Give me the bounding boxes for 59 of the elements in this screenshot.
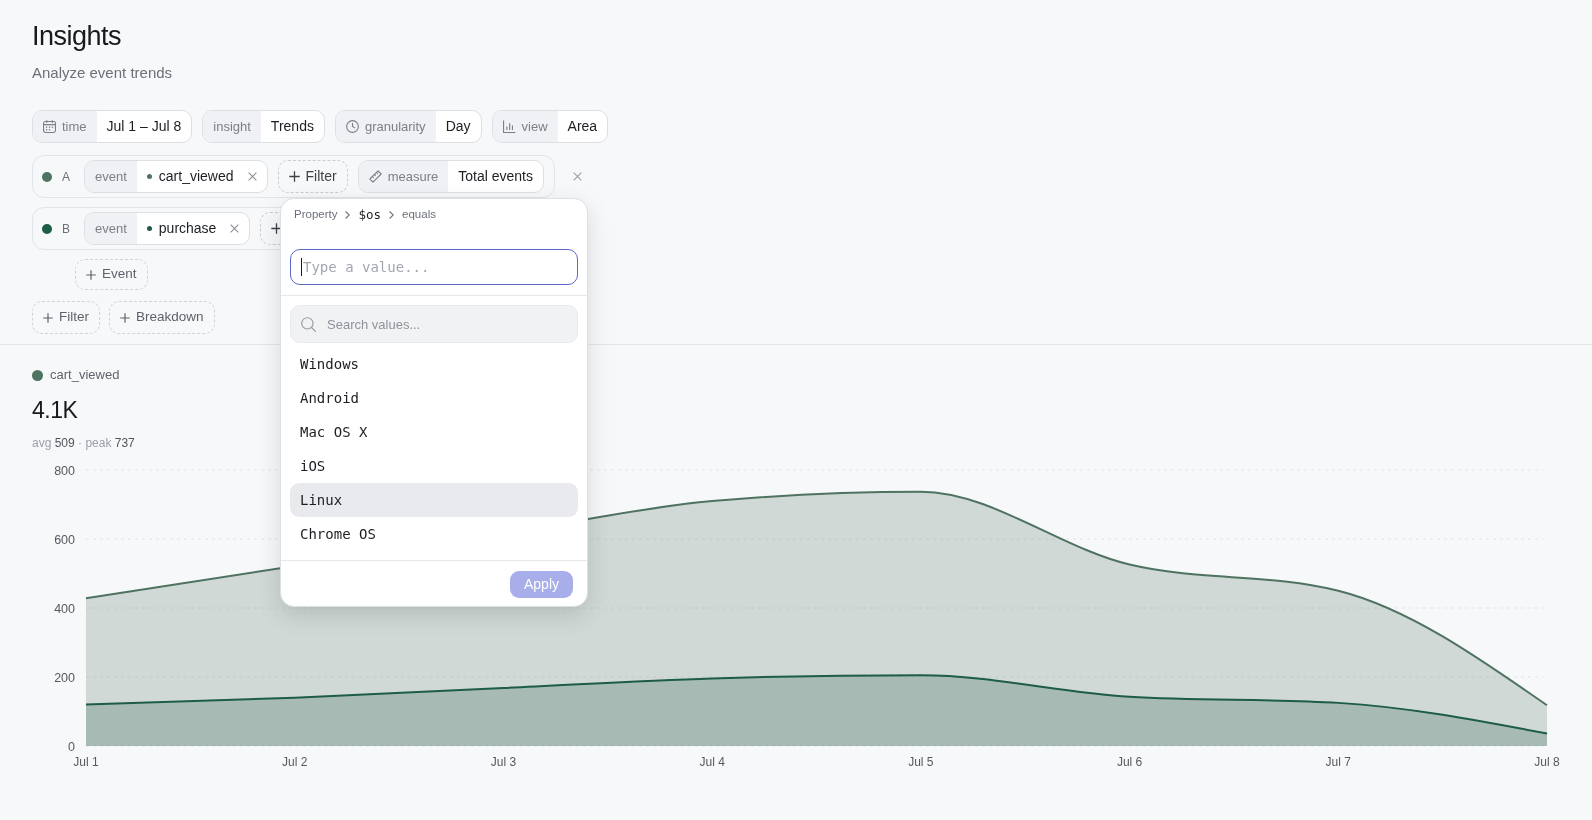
- legend-label: cart_viewed: [50, 366, 120, 385]
- search-icon: [301, 317, 316, 332]
- close-icon: [572, 172, 582, 181]
- breadcrumb-item[interactable]: equals: [402, 206, 436, 224]
- chevron-right-icon: [345, 211, 351, 219]
- insight-type-dropdown[interactable]: insight Trends: [202, 110, 325, 143]
- breadcrumb-item[interactable]: Property: [294, 206, 338, 224]
- y-axis-label: 200: [54, 670, 75, 685]
- option-item[interactable]: Android: [290, 381, 578, 415]
- close-icon: [247, 172, 257, 181]
- chevron-right-icon: [389, 211, 395, 219]
- x-axis-label: Jul 4: [699, 755, 725, 769]
- close-icon: [230, 224, 240, 233]
- clock-icon: [345, 120, 359, 133]
- breadcrumb-key[interactable]: $os: [358, 205, 382, 225]
- plus-icon: [43, 312, 53, 323]
- remove-series-button[interactable]: [572, 172, 582, 181]
- x-axis-label: Jul 5: [908, 755, 934, 769]
- x-axis-label: Jul 8: [1534, 755, 1560, 769]
- bar-chart-icon: [502, 120, 516, 133]
- plus-icon: [86, 269, 96, 280]
- y-axis-label: 0: [68, 739, 75, 754]
- series-letter: A: [62, 168, 71, 186]
- plus-icon: [120, 312, 130, 323]
- add-filter-button[interactable]: Filter: [277, 160, 348, 193]
- add-filter-button[interactable]: Filter: [32, 301, 100, 334]
- total-count: 4.1K: [32, 396, 78, 424]
- add-breakdown-button[interactable]: Breakdown: [109, 301, 215, 334]
- y-axis-label: 400: [54, 601, 75, 616]
- y-axis-label: 600: [54, 532, 75, 547]
- plus-icon: [288, 171, 300, 182]
- page-title: Insights: [32, 20, 122, 52]
- event-selector[interactable]: event purchase: [84, 212, 251, 245]
- x-axis-label: Jul 2: [282, 755, 308, 769]
- date-range-dropdown[interactable]: time Jul 1 – Jul 8: [32, 110, 193, 143]
- value-input[interactable]: Type a value...: [290, 249, 578, 285]
- search-field[interactable]: Search values...: [290, 305, 578, 343]
- remove-event-button[interactable]: [247, 172, 257, 181]
- option-item[interactable]: Windows: [290, 347, 578, 381]
- y-axis-label: 800: [54, 463, 75, 478]
- ruler-icon: [368, 170, 382, 183]
- series-letter: B: [62, 220, 71, 238]
- x-axis-label: Jul 7: [1325, 755, 1351, 769]
- x-axis-label: Jul 3: [490, 755, 517, 769]
- remove-event-button[interactable]: [230, 224, 240, 233]
- option-item[interactable]: Linux: [290, 483, 578, 517]
- summary-stats: avg 509 · peak 737: [32, 435, 135, 451]
- option-item[interactable]: iOS: [290, 449, 578, 483]
- x-axis-label: Jul 1: [73, 755, 99, 769]
- option-item[interactable]: Mac OS X: [290, 415, 578, 449]
- granularity-dropdown[interactable]: granularity Day: [334, 110, 482, 143]
- page-subtitle: Analyze event trends: [32, 63, 173, 83]
- measure-dropdown[interactable]: measure Total events: [357, 160, 544, 193]
- event-selector[interactable]: event cart_viewed: [84, 160, 268, 193]
- option-item[interactable]: Chrome OS: [290, 517, 578, 551]
- view-dropdown[interactable]: view Area: [491, 110, 609, 143]
- calendar-icon: [43, 120, 56, 133]
- add-event-button[interactable]: Event: [75, 259, 148, 290]
- x-axis-label: Jul 6: [1116, 755, 1143, 769]
